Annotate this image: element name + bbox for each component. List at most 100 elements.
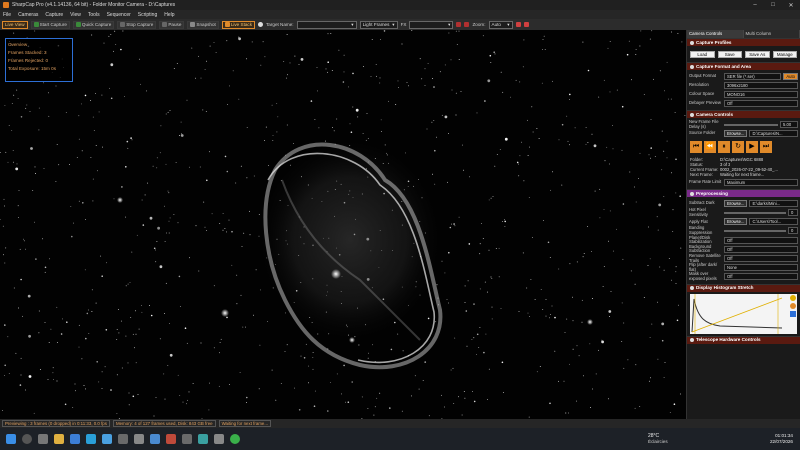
file-explorer-icon[interactable] [54,434,64,444]
flat-file-select[interactable]: C:\Users\Tool... [749,218,798,226]
menu-help[interactable]: Help [164,12,174,18]
play-icon[interactable]: ▶ [746,141,758,154]
load-profile-button[interactable]: Load [690,51,715,58]
banding-slider[interactable] [724,229,786,232]
collapse-icon [690,338,694,342]
hot-pixel-slider[interactable] [724,211,786,214]
camera-controls-header[interactable]: Camera Controls [687,110,800,118]
histogram-header[interactable]: Display Histogram Stretch [687,283,800,292]
quick-capture-label: Quick Capture [81,22,112,27]
source-browse-button[interactable]: Browse... [724,130,748,138]
search-icon[interactable] [22,434,32,444]
record-icon [33,22,39,27]
histogram-reset-icon[interactable] [790,302,796,309]
histogram-graph[interactable] [690,293,797,334]
frame-delay-value[interactable]: 5.00 [780,121,798,129]
menu-file[interactable]: File [3,12,11,18]
output-format-select[interactable]: SER file (*.ser) [724,73,782,80]
banding-value[interactable]: 0 [788,227,798,235]
flip-select[interactable]: None [724,264,798,272]
previous-frame-icon[interactable]: ⏪ [704,141,716,154]
app-icon[interactable] [182,434,192,444]
pause-playback-icon[interactable]: ⏸ [718,141,730,154]
menu-cameras[interactable]: Cameras [18,12,38,18]
frame-rate-select[interactable]: Maximum [724,179,798,187]
menu-scripting[interactable]: Scripting [138,12,157,18]
stop-capture-button[interactable]: Stop Capture [117,20,157,29]
resolution-row: Resolution 3096x2180 [687,81,800,90]
background-subtraction-select[interactable]: Off [724,245,798,253]
mail-icon[interactable] [70,434,80,444]
save-as-profile-button[interactable]: Save As [745,51,770,58]
edge-icon[interactable] [86,434,96,444]
zoom-out-icon[interactable] [523,22,529,27]
pause-button[interactable]: Pause [159,20,185,29]
minimize-button[interactable]: – [746,2,764,8]
last-frame-icon[interactable]: ⏭ [760,141,772,154]
start-capture-button[interactable]: Start Capture [30,20,70,29]
window-title: SharpCap Pro (v4.1.14136, 64 bit) - Fold… [12,2,176,8]
mask-select[interactable]: Off [724,273,798,281]
dark-file-select[interactable]: E:\darks\Mini... [749,200,798,208]
debayer-select[interactable]: Off [724,100,798,107]
menu-capture[interactable]: Capture [45,12,63,18]
zoom-select[interactable]: Auto ▾ [488,20,513,29]
app-icon[interactable] [150,434,160,444]
maximize-button[interactable]: □ [764,2,782,8]
histogram-auto-icon[interactable] [790,294,796,301]
tab-multi-column[interactable]: Multi Column [744,30,800,38]
live-stack-button[interactable]: Live Stack [221,20,256,29]
frame-delay-slider[interactable] [724,123,778,126]
capture-profiles-header[interactable]: Capture Profiles [687,38,800,46]
histogram-save-icon[interactable] [790,310,796,317]
zoom-value: Auto [491,22,501,27]
resolution-select[interactable]: 3096x2180 [724,82,798,89]
refresh-icon[interactable]: ↻ [732,141,744,154]
app-icon[interactable] [134,434,144,444]
menu-tools[interactable]: Tools [88,12,100,18]
flat-browse-button[interactable]: Browse... [724,218,748,226]
app-icon[interactable] [214,434,224,444]
focus-icon[interactable] [464,22,470,27]
dark-browse-button[interactable]: Browse... [724,200,748,208]
telescope-header[interactable]: Telescope Hardware Controls [687,335,800,344]
histogram-title: Display Histogram Stretch [696,285,754,290]
menu-view[interactable]: View [70,12,81,18]
task-view-icon[interactable] [38,434,48,444]
target-name-select[interactable]: ▾ [296,20,357,29]
subtract-dark-label: Subtract Dark [689,200,715,206]
start-icon[interactable] [6,434,16,444]
satellite-trails-select[interactable]: Off [724,255,798,263]
hot-pixel-value[interactable]: 0 [788,209,798,217]
preprocessing-header[interactable]: Preprocessing [687,189,800,198]
frame-rate-label: Frame Rate Limit [689,179,722,185]
app-icon[interactable] [118,434,128,444]
live-view-button[interactable]: Live View [2,20,28,29]
store-icon[interactable] [102,434,112,444]
reticle-icon[interactable] [456,22,462,27]
image-preview[interactable] [0,30,686,419]
zoom-in-icon[interactable] [515,22,521,27]
snapshot-button[interactable]: Snapshot [187,20,219,29]
auto-button[interactable]: Auto [783,73,798,80]
colour-space-label: Colour Space [689,91,715,97]
system-clock[interactable]: 01:01:34 22/07/2026 [770,433,793,445]
menu-sequencer[interactable]: Sequencer [107,12,131,18]
tab-camera-controls[interactable]: Camera Controls [687,30,744,38]
app-icon[interactable] [198,434,208,444]
frame-type-select[interactable]: Light Frames ▾ [359,20,398,29]
first-frame-icon[interactable]: ⏮ [690,141,702,154]
sharpcap-icon[interactable] [230,434,240,444]
colour-space-select[interactable]: MONO16 [724,91,798,98]
debayer-label: Debayer Preview [689,100,721,106]
weather-widget[interactable]: 28°C Éclaircies [648,433,668,444]
app-icon[interactable] [166,434,176,444]
resolution-label: Resolution [689,82,709,88]
quick-capture-button[interactable]: Quick Capture [72,20,115,29]
manage-profiles-button[interactable]: Manage [772,51,797,58]
capture-format-header[interactable]: Capture Format and Area [687,62,800,70]
planet-stabilization-select[interactable]: Off [724,236,798,244]
fx-select[interactable]: ▾ [409,20,454,29]
save-profile-button[interactable]: Save [717,51,742,58]
close-button[interactable]: ✕ [782,2,800,9]
